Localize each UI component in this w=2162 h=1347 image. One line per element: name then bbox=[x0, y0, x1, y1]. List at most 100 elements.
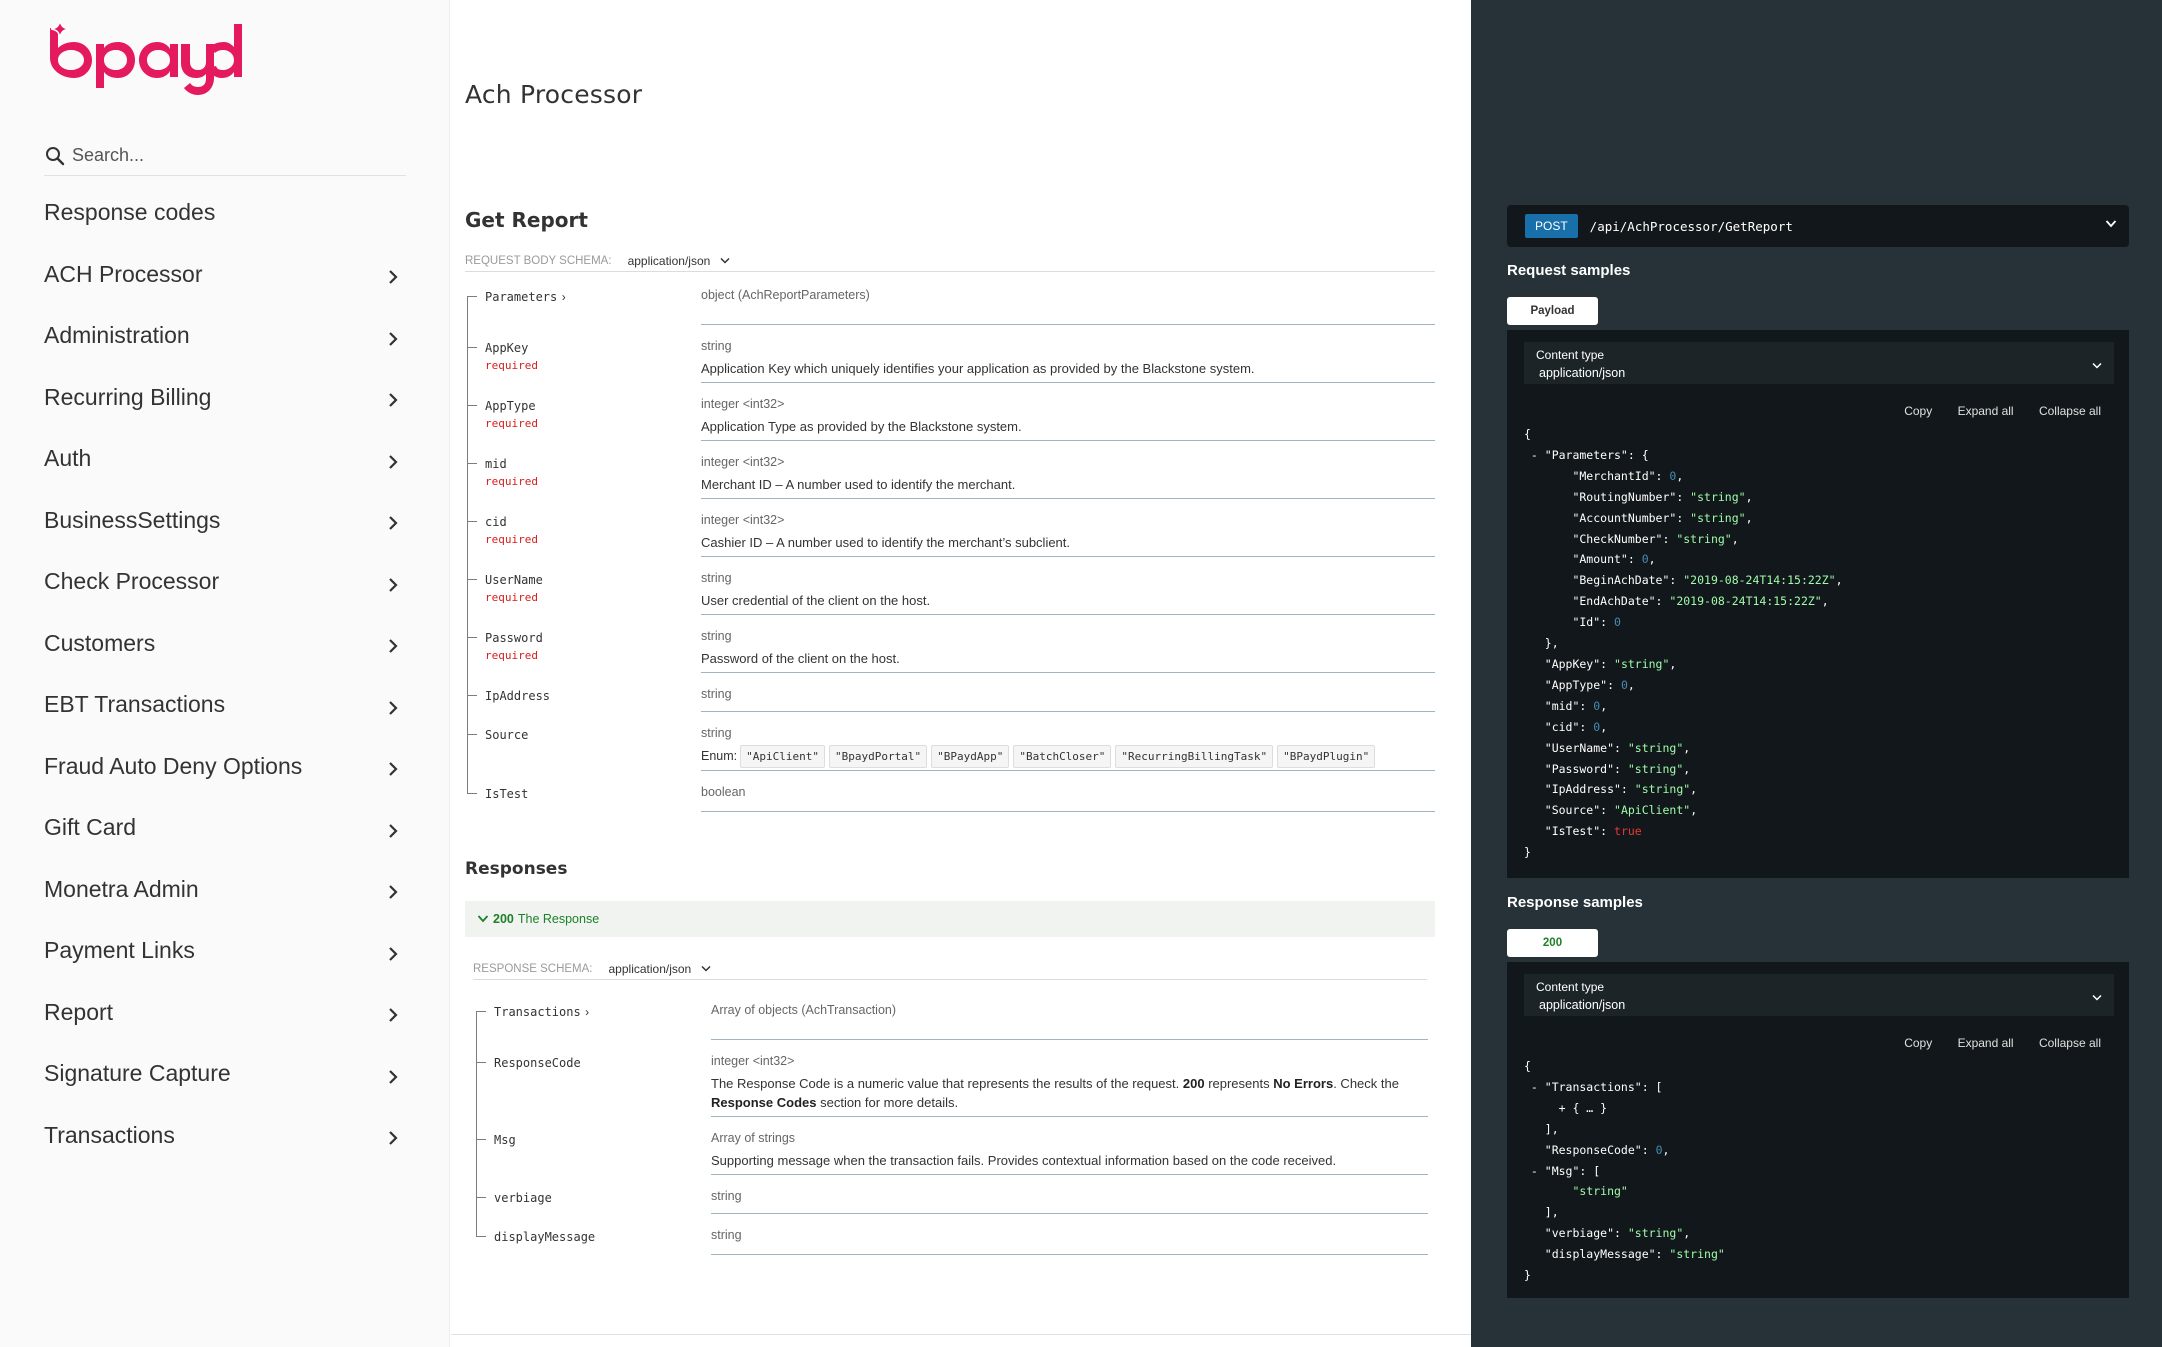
request-content-type-select[interactable]: application/json bbox=[628, 254, 731, 268]
copy-button[interactable]: Copy bbox=[1904, 1036, 1932, 1050]
param-row: Password required string Password of the c… bbox=[465, 615, 1435, 673]
param-name-cell: IpAddress bbox=[465, 673, 701, 712]
payload-tab[interactable]: Payload bbox=[1507, 297, 1598, 325]
param-name-cell: Msg bbox=[474, 1117, 711, 1175]
chevron-right-icon bbox=[384, 327, 402, 346]
sidebar-item-monetra-admin[interactable]: Monetra Admin bbox=[44, 859, 406, 921]
sidebar-item-ebt-transactions[interactable]: EBT Transactions bbox=[44, 674, 406, 736]
param-name-cell: mid required bbox=[465, 441, 701, 499]
sidebar-item-check-processor[interactable]: Check Processor bbox=[44, 551, 406, 613]
sidebar-item-response-codes[interactable]: Response codes bbox=[44, 182, 406, 244]
enum-value: "BatchCloser" bbox=[1013, 745, 1112, 768]
sidebar-item-customers[interactable]: Customers bbox=[44, 613, 406, 675]
enum-label: Enum: bbox=[701, 749, 738, 763]
param-type: integer <int32> bbox=[711, 1054, 795, 1068]
code-line: "displayMessage": "string" bbox=[1524, 1247, 1725, 1262]
required-label: required bbox=[485, 649, 538, 662]
chevron-down-icon bbox=[720, 257, 730, 264]
param-name: IpAddress bbox=[485, 689, 551, 703]
code-line: "AppKey": "string", bbox=[1524, 656, 1677, 671]
sidebar-item-report[interactable]: Report bbox=[44, 982, 406, 1044]
sidebar-item-fraud-auto-deny-options[interactable]: Fraud Auto Deny Options bbox=[44, 736, 406, 798]
code-line: "MerchantId": 0, bbox=[1524, 468, 1684, 483]
chevron-right-icon[interactable]: › bbox=[562, 290, 566, 304]
param-desc-cell: boolean bbox=[701, 785, 1435, 812]
desc-bold: No Errors bbox=[1273, 1076, 1334, 1091]
param-description: Cashier ID – A number used to identify t… bbox=[701, 535, 1071, 550]
param-name: displayMessage bbox=[494, 1230, 596, 1244]
expand-all-button[interactable]: Expand all bbox=[1958, 404, 2014, 418]
required-label: required bbox=[485, 417, 538, 430]
chevron-right-icon bbox=[384, 265, 402, 285]
param-type: boolean bbox=[701, 785, 746, 799]
param-desc-cell: string bbox=[701, 687, 1435, 712]
bpayd-logo[interactable] bbox=[44, 19, 244, 100]
response-content-type-value: application/json bbox=[608, 962, 692, 976]
sidebar-item-recurring-billing[interactable]: Recurring Billing bbox=[44, 367, 406, 429]
sidebar-item-business-settings[interactable]: BusinessSettings bbox=[44, 490, 406, 552]
code-line: "IsTest": true bbox=[1524, 824, 1642, 839]
expand-all-button[interactable]: Expand all bbox=[1958, 1036, 2014, 1050]
param-name-cell: IsTest bbox=[465, 771, 701, 812]
sidebar-item-administration[interactable]: Administration bbox=[44, 305, 406, 367]
content-type-label: Content type bbox=[1536, 348, 1605, 362]
sidebar-item-gift-card[interactable]: Gift Card bbox=[44, 797, 406, 859]
search-input[interactable] bbox=[72, 145, 392, 166]
code-line: "EndAchDate": "2019-08-24T14:15:22Z", bbox=[1524, 594, 1829, 609]
sidebar-item-payment-links[interactable]: Payment Links bbox=[44, 920, 406, 982]
response-200-tab[interactable]: 200 bbox=[1507, 929, 1598, 957]
param-desc-cell: string Enum: "ApiClient" "BpaydPortal" "BPa… bbox=[701, 726, 1435, 771]
request-content-type-value: application/json bbox=[627, 254, 711, 268]
endpoint-toggle[interactable]: POST /api/AchProcessor/GetReport bbox=[1507, 205, 2129, 247]
enum-value: "ApiClient" bbox=[740, 745, 825, 768]
response-200-toggle[interactable]: 200 The Response bbox=[465, 901, 1435, 937]
chevron-right-icon[interactable]: › bbox=[585, 1005, 589, 1019]
param-row: ResponseCode integer <int32> The Respons… bbox=[474, 1040, 1428, 1117]
param-name[interactable]: Parameters bbox=[485, 290, 557, 304]
request-schema-header: REQUEST BODY SCHEMA: application/json bbox=[465, 254, 1435, 272]
http-method-badge: POST bbox=[1525, 214, 1578, 238]
param-name: AppKey bbox=[485, 341, 529, 355]
param-desc-cell: integer <int32> The Response Code is a n… bbox=[711, 1054, 1428, 1117]
param-desc-cell: string Password of the client on the host… bbox=[701, 629, 1435, 673]
content-type-label: Content type bbox=[1536, 980, 1605, 994]
param-name-cell: Transactions › bbox=[474, 1003, 711, 1040]
search-icon bbox=[44, 145, 66, 167]
param-description: Application Type as provided by the Blac… bbox=[701, 419, 1022, 434]
chevron-right-icon bbox=[384, 819, 402, 838]
response-content-type-select[interactable]: application/json bbox=[609, 962, 712, 976]
chevron-right-icon bbox=[384, 1003, 402, 1023]
endpoint-path: /api/AchProcessor/GetReport bbox=[1589, 218, 1793, 234]
code-line: }, bbox=[1524, 636, 1559, 651]
param-description: Password of the client on the host. bbox=[701, 651, 900, 666]
sidebar-item-label: Signature Capture bbox=[44, 1060, 231, 1087]
sidebar-item-auth[interactable]: Auth bbox=[44, 428, 406, 490]
sidebar-item-transactions[interactable]: Transactions bbox=[44, 1105, 406, 1167]
responses-title: Responses bbox=[465, 859, 568, 879]
sidebar-item-label: Gift Card bbox=[44, 814, 137, 841]
param-name: cid bbox=[485, 515, 507, 529]
code-line: "mid": 0, bbox=[1524, 698, 1608, 713]
param-row: AppKey required string Application Key whi… bbox=[465, 325, 1435, 383]
param-type: string bbox=[711, 1189, 742, 1203]
param-description: User credential of the client on the hos… bbox=[701, 593, 931, 608]
search-box bbox=[44, 136, 406, 176]
response-content-type-dropdown[interactable]: Content type application/json bbox=[1524, 974, 2114, 1016]
request-sample-box: Content type application/json Copy Expan… bbox=[1507, 330, 2129, 878]
param-name-cell: displayMessage bbox=[474, 1214, 711, 1255]
sidebar-item-ach-processor[interactable]: ACH Processor bbox=[44, 244, 406, 306]
chevron-down-icon bbox=[2092, 994, 2102, 1001]
sidebar-item-label: Report bbox=[44, 998, 114, 1025]
collapse-all-button[interactable]: Collapse all bbox=[2039, 1036, 2101, 1050]
param-name[interactable]: Transactions bbox=[494, 1005, 581, 1019]
code-line: "cid": 0, bbox=[1524, 719, 1608, 734]
copy-button[interactable]: Copy bbox=[1904, 404, 1932, 418]
param-desc-cell: integer <int32> Application Type as provi… bbox=[701, 397, 1435, 441]
collapse-all-button[interactable]: Collapse all bbox=[2039, 404, 2101, 418]
request-content-type-dropdown[interactable]: Content type application/json bbox=[1524, 342, 2114, 384]
sidebar: Response codes ACH Processor Administrat… bbox=[0, 0, 450, 1347]
param-description: The Response Code is a numeric value tha… bbox=[711, 1074, 1428, 1112]
sidebar-item-signature-capture[interactable]: Signature Capture bbox=[44, 1043, 406, 1105]
code-line: { bbox=[1524, 427, 1531, 441]
param-type: Array of objects (AchTransaction) bbox=[711, 1003, 897, 1017]
